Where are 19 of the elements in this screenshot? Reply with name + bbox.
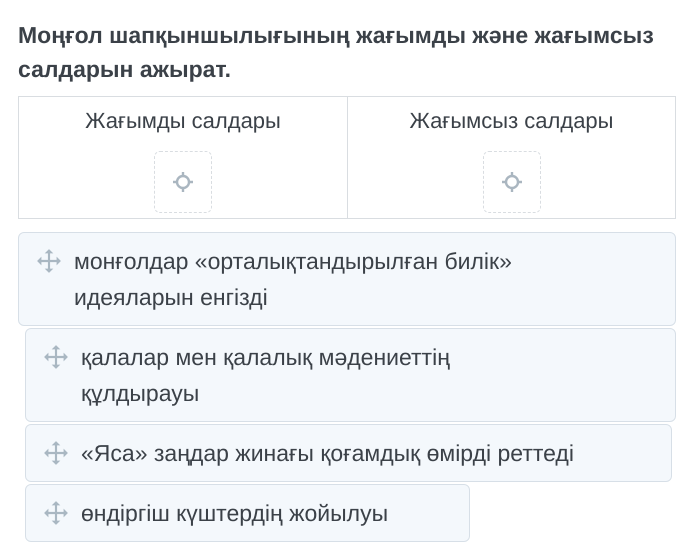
move-icon	[43, 440, 69, 466]
card-text: өндіргіш күштердің жойылуы	[81, 499, 388, 528]
move-icon	[43, 500, 69, 526]
crosshair-icon	[500, 170, 524, 194]
move-icon	[43, 344, 69, 370]
column-heading: Жағымсыз салдары	[410, 107, 614, 135]
drop-zone[interactable]	[154, 151, 212, 213]
draggable-card[interactable]: өндіргіш күштердің жойылуы	[25, 484, 470, 542]
card-text: монғолдар «орталықтандырылған билік» идеяларын енгізді	[74, 247, 513, 312]
card-text: қалалар мен қалалық мәдениеттің құлдырауы	[81, 343, 451, 408]
crosshair-icon	[171, 170, 195, 194]
draggable-card[interactable]: монғолдар «орталықтандырылған билік» идеяларын енгізді	[18, 232, 676, 326]
drop-zone[interactable]	[482, 151, 540, 213]
column-heading: Жағымды салдары	[85, 107, 281, 135]
card-text: «Яса» заңдар жинағы қоғамдық өмірді реттеді	[81, 439, 574, 468]
draggable-card[interactable]: «Яса» заңдар жинағы қоғамдық өмірді реттеді	[25, 424, 672, 482]
question-text: Моңғол шапқыншылығының жағымды және жағымсыз салдарын ажырат.	[18, 21, 655, 84]
draggable-card[interactable]: қалалар мен қалалық мәдениеттің құлдырауы	[25, 328, 676, 422]
move-icon	[36, 248, 62, 274]
